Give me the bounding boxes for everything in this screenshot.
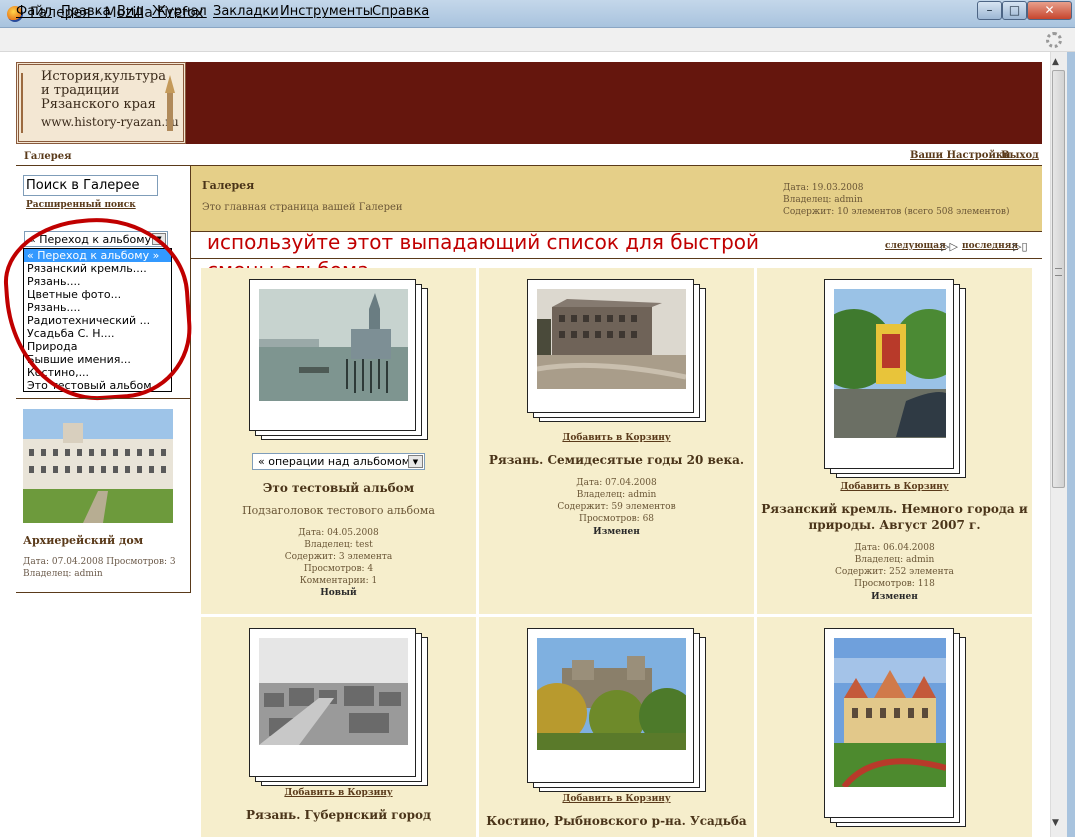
- album-thumbnail[interactable]: [259, 289, 408, 401]
- meta-line: Дата: 07.04.2008: [576, 478, 657, 488]
- gallery-date: Дата: 19.03.2008: [783, 183, 864, 193]
- meta-line: Комментарии: 1: [299, 576, 378, 586]
- random-photo[interactable]: [23, 409, 173, 523]
- divider: [16, 398, 191, 399]
- menu-edit[interactable]: Правка: [61, 4, 110, 19]
- menu-history[interactable]: Журнал: [152, 4, 207, 19]
- logo-ornament-icon: [21, 73, 31, 133]
- logo-line: и традиции: [41, 83, 120, 98]
- search-input[interactable]: [23, 175, 158, 196]
- menu-tools[interactable]: Инструменты: [280, 4, 373, 19]
- throbber-icon: [1046, 32, 1062, 48]
- add-to-cart-link[interactable]: Добавить в Корзину: [479, 794, 754, 804]
- annotation-line: используйте этот выпадающий список для б…: [207, 230, 759, 254]
- album-title-line: природы. Август 2007 г.: [808, 518, 981, 532]
- album-thumbnail[interactable]: [834, 638, 946, 787]
- logo-line: История,культура: [41, 69, 166, 84]
- album-status: Новый: [320, 588, 357, 598]
- gallery-title: Галерея: [202, 179, 255, 192]
- logo-line: Рязанского края: [41, 97, 156, 112]
- scrollbar-grip-icon: [1055, 268, 1062, 276]
- meta-line: Содержит: 59 элементов: [557, 502, 676, 512]
- meta-line: Дата: 06.04.2008: [854, 543, 935, 553]
- add-to-cart-link[interactable]: Добавить в Корзину: [479, 433, 754, 443]
- meta-line: Дата: 04.05.2008: [298, 528, 379, 538]
- logo-line: www.history-ryazan.ru: [41, 115, 179, 129]
- logout-link[interactable]: Выход: [1001, 150, 1039, 161]
- album-thumbnail[interactable]: [537, 638, 686, 750]
- album-title[interactable]: Рязань. Губернский город: [201, 807, 476, 823]
- menu-help[interactable]: Справка: [372, 4, 429, 19]
- album-title-line: Рязанский кремль. Немного города и: [761, 502, 1028, 516]
- next-page-link[interactable]: следующая: [885, 241, 946, 251]
- menu-bar: [0, 28, 1075, 52]
- meta-line: Владелец: test: [304, 540, 373, 550]
- meta-line: Просмотров: 118: [854, 579, 935, 589]
- album-subtitle: Подзаголовок тестового альбома: [242, 504, 435, 517]
- gallery-contents: Содержит: 10 элементов (всего 508 элемен…: [783, 207, 1010, 217]
- album-operations-value: « операции над альбомом »: [258, 455, 421, 468]
- album-status: Изменен: [871, 592, 918, 602]
- random-photo-title[interactable]: Архиерейский дом: [23, 534, 143, 547]
- album-meta: Дата: 06.04.2008 Владелец: admin Содержи…: [757, 542, 1032, 590]
- meta-line: Содержит: 3 элемента: [284, 552, 393, 562]
- album-operations-select[interactable]: « операции над альбомом » ▼: [252, 453, 425, 470]
- last-page-icon[interactable]: ▷▯: [1013, 240, 1028, 253]
- meta-line: Просмотров: 4: [303, 564, 374, 574]
- site-logo[interactable]: История,культура и традиции Рязанского к…: [16, 62, 186, 144]
- minimize-button[interactable]: –: [977, 1, 1002, 20]
- church-icon: [165, 75, 175, 131]
- random-photo-meta: Дата: 07.04.2008 Просмотров: 3 Владелец:…: [23, 556, 183, 580]
- window-border: [1067, 52, 1075, 837]
- album-title[interactable]: Костино, Рыбновского р-на. Усадьба: [479, 813, 754, 829]
- album-title[interactable]: Это тестовый альбом: [201, 480, 476, 496]
- close-button[interactable]: ✕: [1027, 1, 1072, 20]
- scrollbar-thumb[interactable]: [1052, 70, 1065, 488]
- meta-line: Владелец: admin: [23, 569, 103, 579]
- divider: [16, 592, 191, 593]
- advanced-search-link[interactable]: Расширенный поиск: [26, 200, 136, 210]
- album-meta: Дата: 07.04.2008 Владелец: admin Содержи…: [479, 477, 754, 525]
- chevron-down-icon[interactable]: ▼: [408, 455, 423, 468]
- meta-line: Владелец: admin: [854, 555, 935, 565]
- album-meta: Дата: 04.05.2008 Владелец: test Содержит…: [201, 527, 476, 587]
- album-thumbnail[interactable]: [834, 289, 946, 438]
- meta-line: Дата: 07.04.2008 Просмотров: 3: [23, 557, 176, 567]
- gallery-description: Это главная страница вашей Галереи: [202, 202, 403, 213]
- add-to-cart-link[interactable]: Добавить в Корзину: [201, 788, 476, 798]
- album-thumbnail[interactable]: [259, 638, 408, 745]
- scroll-up-icon[interactable]: ▲: [1052, 57, 1059, 67]
- meta-line: Владелец: admin: [576, 490, 657, 500]
- album-thumbnail[interactable]: [537, 289, 686, 389]
- album-title[interactable]: Рязанский кремль. Немного города и приро…: [757, 501, 1032, 533]
- gallery-owner: Владелец: admin: [783, 195, 863, 205]
- menu-view[interactable]: Вид: [117, 4, 143, 19]
- menu-file[interactable]: Файл: [16, 4, 52, 19]
- divider: [191, 258, 1042, 259]
- gallery-meta: Дата: 19.03.2008 Владелец: admin Содержи…: [783, 182, 1023, 218]
- maximize-button[interactable]: □: [1002, 1, 1027, 20]
- album-status: Изменен: [593, 527, 640, 537]
- meta-line: Просмотров: 68: [578, 514, 655, 524]
- last-page-link[interactable]: последняя: [962, 241, 1018, 251]
- next-page-icon[interactable]: ▷▷: [941, 240, 958, 253]
- settings-link[interactable]: Ваши Настройки: [910, 150, 1011, 161]
- breadcrumb[interactable]: Галерея: [24, 151, 72, 162]
- menu-bookmarks[interactable]: Закладки: [213, 4, 279, 19]
- scroll-down-icon[interactable]: ▼: [1052, 818, 1059, 828]
- meta-line: Содержит: 252 элемента: [835, 567, 954, 577]
- add-to-cart-link[interactable]: Добавить в Корзину: [757, 482, 1032, 492]
- album-title[interactable]: Рязань. Семидесятые годы 20 века.: [479, 452, 754, 468]
